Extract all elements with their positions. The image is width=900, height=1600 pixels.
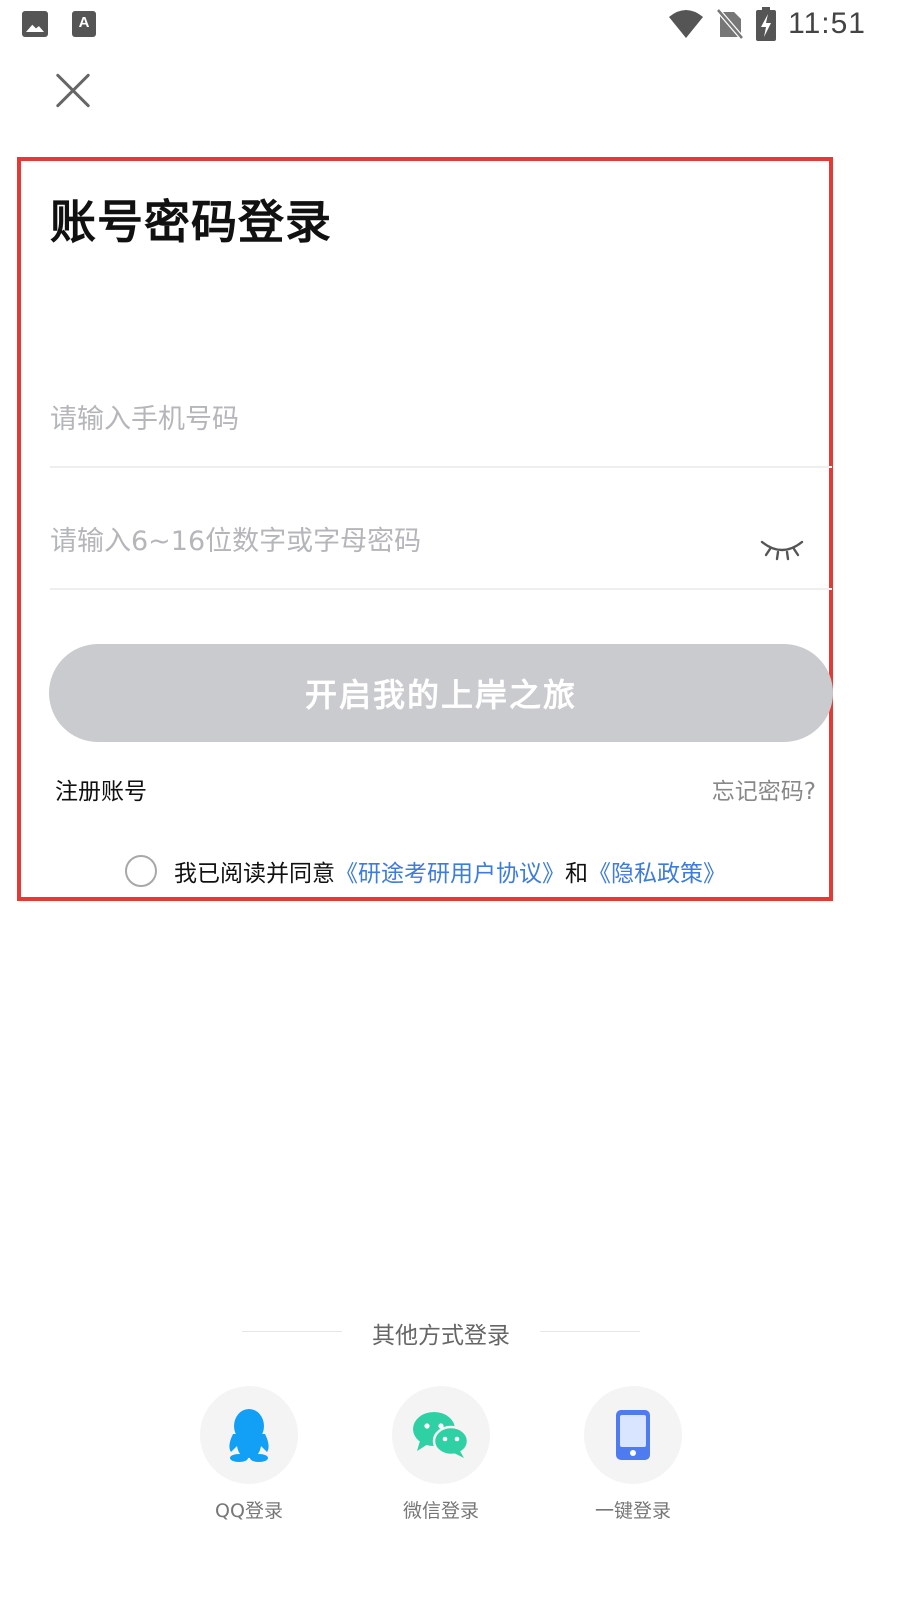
phone-input[interactable] <box>50 404 730 435</box>
wechat-login-label: 微信登录 <box>402 1500 479 1522</box>
image-icon <box>22 11 48 37</box>
privacy-policy-link[interactable]: 《隐私政策》 <box>588 854 726 888</box>
agreement-row: 我已阅读并同意 《研途考研用户协议》 和 《隐私政策》 <box>125 854 726 888</box>
divider-right <box>540 1331 640 1332</box>
status-time: 11:51 <box>788 7 866 40</box>
status-left-icons: A <box>22 11 96 37</box>
phone-icon <box>616 1410 650 1460</box>
wechat-icon <box>413 1412 470 1458</box>
other-login-header: 其他方式登录 <box>242 1316 640 1349</box>
agreement-prefix: 我已阅读并同意 <box>174 861 335 887</box>
wechat-login-button[interactable]: 微信登录 <box>376 1386 506 1523</box>
submit-button[interactable]: 开启我的上岸之旅 <box>49 644 833 742</box>
one-click-login-label: 一键登录 <box>594 1500 671 1522</box>
page-title: 账号密码登录 <box>50 195 332 249</box>
a-keyboard-icon: A <box>72 11 96 37</box>
qq-login-circle <box>200 1386 298 1484</box>
agreement-checkbox[interactable] <box>125 855 157 887</box>
battery-charging-icon <box>756 7 777 41</box>
wifi-icon <box>669 10 704 38</box>
status-right-icons: 11:51 <box>668 6 866 42</box>
password-field <box>50 526 832 590</box>
eye-closed-icon[interactable] <box>760 536 804 562</box>
agreement-conjunction: 和 <box>565 861 588 887</box>
qq-penguin-icon <box>229 1409 269 1462</box>
other-login-title: 其他方式登录 <box>372 1323 510 1349</box>
forgot-password-link[interactable]: 忘记密码? <box>712 772 816 806</box>
one-click-login-circle <box>584 1386 682 1484</box>
status-bar: A 11:51 <box>0 0 900 50</box>
one-click-login-button[interactable]: 一键登录 <box>568 1386 698 1523</box>
no-sim-icon <box>716 8 745 40</box>
qq-login-button[interactable]: QQ登录 <box>184 1386 314 1523</box>
password-input[interactable] <box>50 526 730 557</box>
close-icon[interactable] <box>54 72 92 110</box>
user-agreement-link[interactable]: 《研途考研用户协议》 <box>335 854 565 888</box>
qq-login-label: QQ登录 <box>215 1500 283 1522</box>
wechat-login-circle <box>392 1386 490 1484</box>
phone-field <box>50 404 832 468</box>
register-link[interactable]: 注册账号 <box>55 772 147 806</box>
